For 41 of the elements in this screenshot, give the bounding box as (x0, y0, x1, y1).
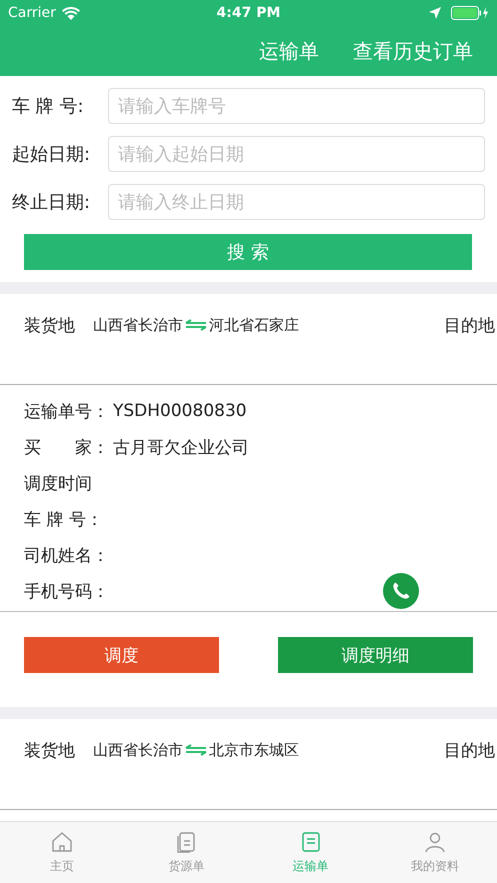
info-label: 手机号码： (24, 580, 109, 602)
destination-label: 目的地 (444, 740, 496, 762)
info-label: 司机姓名： (24, 544, 109, 566)
field-label: 车 牌 号: (12, 95, 85, 118)
field-label: 终止日期: (12, 191, 92, 214)
search-button[interactable]: 搜 索 (24, 234, 472, 270)
tab-item[interactable]: 主页 (0, 822, 124, 883)
origin-text: 山西省长治市 (93, 316, 183, 334)
info-label: 买 家： (24, 436, 109, 458)
destination-text: 北京市东城区 (209, 740, 299, 760)
home-icon (50, 830, 74, 854)
page-title: 运输单 (259, 38, 319, 64)
tab-item[interactable]: 运输单 (248, 822, 373, 883)
info-label: 车 牌 号： (24, 508, 103, 530)
info-label: 调度时间 (24, 472, 92, 494)
person-icon (422, 830, 447, 854)
battery-icon (451, 6, 489, 20)
wifi-icon (62, 6, 80, 20)
carrier-label: Carrier (8, 5, 56, 21)
destination-text: 河北省石家庄 (209, 316, 299, 334)
info-label: 运输单号： (24, 400, 109, 422)
status-time: 4:47 PM (216, 5, 282, 21)
loading-place-label: 装货地 (24, 314, 75, 336)
tab-item[interactable]: 我的资料 (372, 822, 497, 883)
input-field[interactable]: 请输入车牌号 (108, 88, 485, 124)
input-field[interactable]: 请输入终止日期 (108, 184, 485, 220)
info-value: YSDH00080830 (113, 401, 247, 421)
swap-arrows-icon (184, 319, 208, 331)
info-value: 古月哥欠企业公司 (113, 436, 249, 458)
field-label: 起始日期: (12, 143, 92, 166)
dispatch-details-button[interactable]: 调度明细 (278, 637, 473, 673)
phone-call-icon[interactable] (383, 573, 419, 609)
history-orders-button[interactable]: 查看历史订单 (353, 38, 473, 64)
input-field[interactable]: 请输入起始日期 (108, 136, 485, 172)
loading-place-label: 装货地 (24, 740, 75, 762)
origin-text: 山西省长治市 (93, 740, 183, 760)
dispatch-button[interactable]: 调度 (24, 637, 219, 673)
tab-item[interactable]: 货源单 (124, 822, 248, 883)
location-arrow-icon (429, 7, 441, 19)
swap-arrows-icon (184, 744, 208, 756)
destination-label: 目的地 (444, 314, 496, 336)
